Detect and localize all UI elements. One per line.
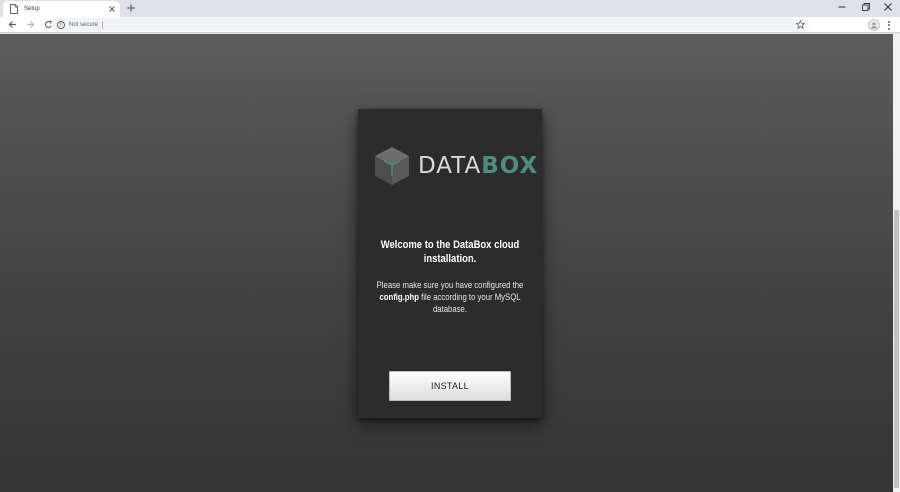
new-tab-button[interactable] xyxy=(125,2,137,14)
instructions-after: file according to your MySQL database. xyxy=(421,292,521,314)
databox-logo: DATABOX xyxy=(374,146,538,186)
page-scrollbar[interactable] xyxy=(893,34,900,492)
config-filename: config.php xyxy=(379,292,419,302)
address-bar[interactable]: i Not secure xyxy=(51,18,809,31)
browser-toolbar: i Not secure xyxy=(0,17,900,33)
logo-wordmark: DATABOX xyxy=(418,153,538,179)
scrollbar-thumb[interactable] xyxy=(894,210,899,488)
forward-button[interactable] xyxy=(24,19,36,31)
star-icon xyxy=(796,20,805,29)
back-arrow-icon xyxy=(8,21,16,28)
tab-title: Setup xyxy=(24,6,40,12)
profile-button[interactable] xyxy=(868,19,880,31)
plus-icon xyxy=(127,4,135,12)
minimize-button[interactable] xyxy=(829,0,855,14)
tab-setup[interactable]: Setup xyxy=(3,1,120,17)
cube-logo-icon xyxy=(375,147,409,185)
browser-menu-button[interactable] xyxy=(884,19,894,31)
page-viewport: DATABOX Welcome to the DataBox cloud ins… xyxy=(0,34,893,492)
setup-card: DATABOX Welcome to the DataBox cloud ins… xyxy=(358,109,542,418)
close-icon[interactable] xyxy=(108,5,116,13)
instructions-before: Please make sure you have configured the xyxy=(376,280,524,290)
forward-arrow-icon xyxy=(26,21,34,28)
minimize-icon xyxy=(838,6,846,8)
logo-word-box: BOX xyxy=(481,153,539,179)
bookmark-button[interactable] xyxy=(796,20,805,29)
install-button[interactable]: INSTALL xyxy=(389,371,511,401)
kebab-dot xyxy=(888,24,890,26)
instructions-text: Please make sure you have configured the… xyxy=(376,279,524,315)
tab-strip: Setup xyxy=(0,0,900,17)
welcome-heading: Welcome to the DataBox cloud installatio… xyxy=(380,239,520,265)
divider xyxy=(102,20,104,29)
page-favicon-icon xyxy=(9,4,18,14)
profile-icon xyxy=(871,22,877,29)
kebab-menu-icon xyxy=(888,20,890,23)
kebab-dot xyxy=(888,27,890,30)
url-input[interactable] xyxy=(105,19,803,30)
back-button[interactable] xyxy=(6,19,18,31)
logo-word-data: DATA xyxy=(418,153,482,179)
close-icon xyxy=(884,3,892,11)
close-window-button[interactable] xyxy=(875,0,900,14)
security-label[interactable]: Not secure xyxy=(69,22,98,28)
restore-icon xyxy=(862,3,870,11)
info-icon[interactable]: i xyxy=(57,20,65,29)
